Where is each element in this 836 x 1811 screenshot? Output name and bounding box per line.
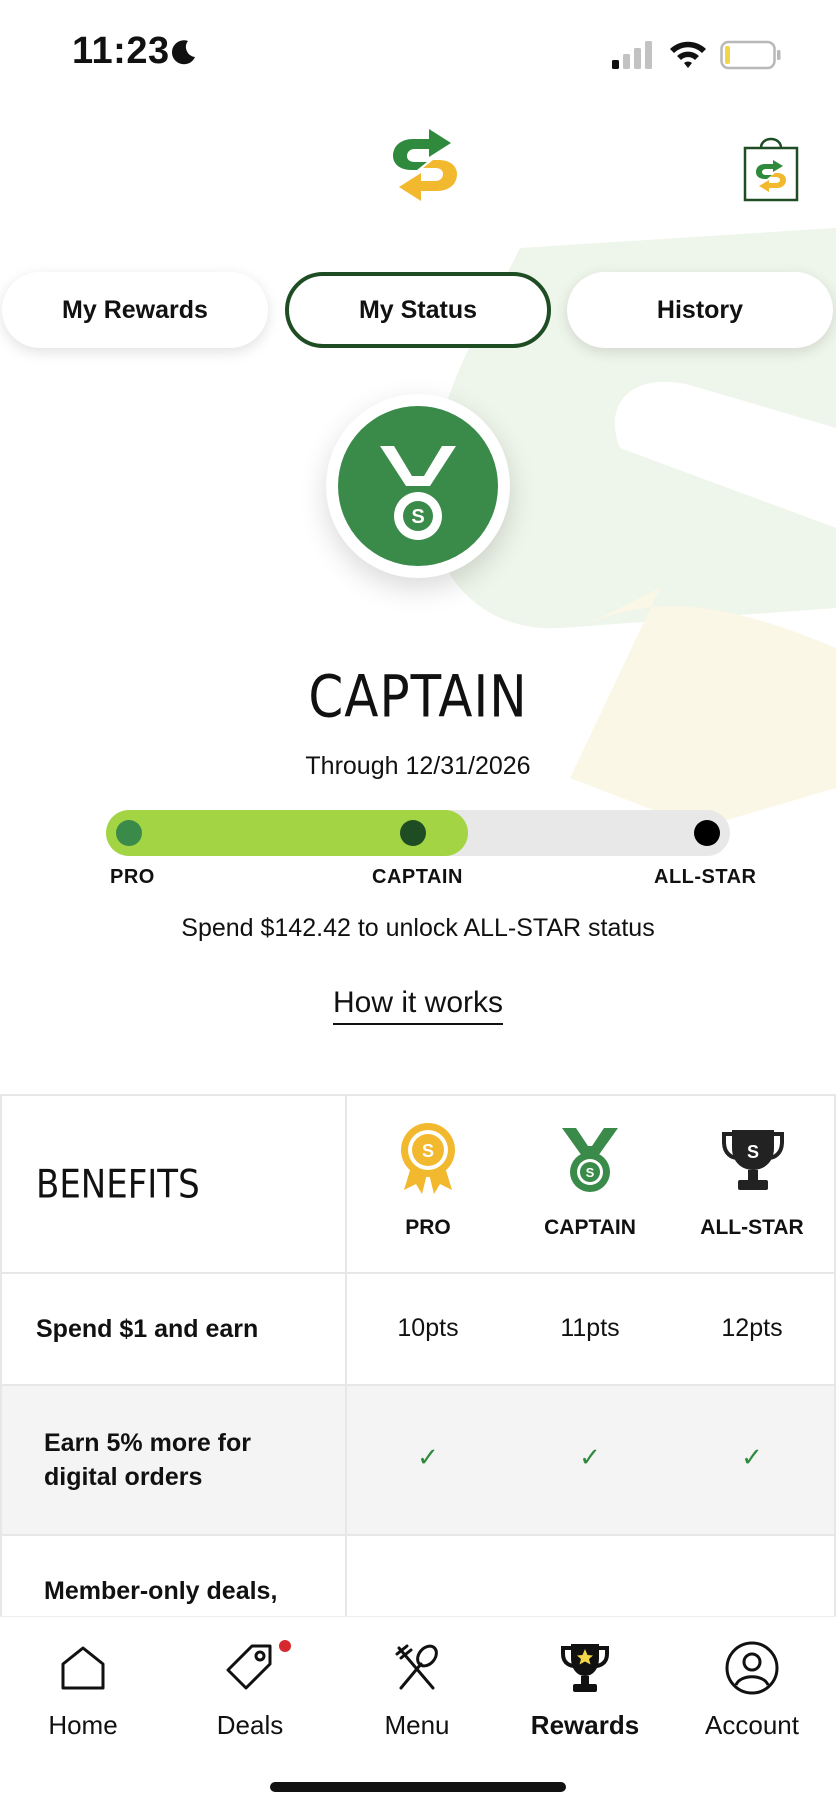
svg-text:S: S [411, 506, 424, 528]
nav-home[interactable]: Home [8, 1640, 158, 1741]
wifi-icon [670, 41, 706, 68]
benefit-row-label-line: Earn 5% more for [44, 1429, 252, 1457]
captain-medal-icon: S [562, 1128, 618, 1192]
benefit-check-pro: ✓ [417, 1442, 439, 1472]
home-indicator[interactable] [270, 1782, 566, 1792]
user-icon [725, 1641, 779, 1695]
status-time: 11:23 [72, 30, 170, 72]
tab-my-status[interactable]: My Status [285, 272, 551, 348]
pro-ribbon-icon: S [401, 1123, 455, 1194]
nav-account-label: Account [705, 1710, 799, 1740]
benefit-row-label: Spend $1 and earn [36, 1315, 259, 1343]
table-divider [0, 1272, 836, 1274]
column-header-all-star: ALL-STAR [700, 1216, 804, 1239]
shopping-bag-icon[interactable] [741, 130, 801, 202]
benefits-title: BENEFITS [36, 1162, 200, 1208]
cellular-signal-icon [612, 41, 652, 69]
all-star-trophy-icon: S [722, 1130, 784, 1190]
svg-text:S: S [422, 1141, 434, 1161]
deals-notification-dot [279, 1640, 291, 1652]
progress-label-pro: PRO [110, 866, 155, 888]
benefit-row-label: Member-only deals, [44, 1574, 277, 1608]
column-header-captain: CAPTAIN [544, 1216, 636, 1239]
benefit-value-all-star: 12pts [721, 1314, 783, 1342]
spend-to-unlock-text: Spend $142.42 to unlock ALL-STAR status [181, 914, 655, 942]
nav-menu-label: Menu [384, 1710, 450, 1740]
nav-home-label: Home [48, 1710, 118, 1740]
tier-through-date: Through 12/31/2026 [305, 752, 531, 780]
how-it-works-label[interactable]: How it works [332, 986, 504, 1025]
benefit-row-label: Earn 5% more for digital orders [44, 1426, 251, 1494]
utensils-icon [395, 1644, 438, 1690]
how-it-works-link[interactable]: How it works [0, 986, 836, 1025]
progress-dot-pro [116, 820, 142, 846]
svg-text:S: S [747, 1142, 759, 1162]
nav-deals[interactable]: Deals [175, 1640, 325, 1741]
tier-medal-badge: S [326, 394, 510, 578]
benefit-row-label-line: Member-only deals, [44, 1577, 278, 1605]
progress-label-all-star: ALL-STAR [654, 866, 757, 888]
table-border-top [0, 1094, 836, 1096]
tag-icon [226, 1644, 272, 1690]
svg-text:S: S [586, 1165, 595, 1180]
battery-icon [720, 40, 781, 70]
nav-deals-label: Deals [216, 1710, 284, 1740]
medal-icon: S [380, 446, 456, 540]
benefit-value-captain: 11pts [560, 1314, 620, 1342]
trophy-icon [561, 1644, 609, 1692]
tab-my-rewards[interactable]: My Rewards [2, 272, 268, 348]
table-column-divider [345, 1094, 347, 1624]
progress-label-captain: CAPTAIN [372, 866, 463, 888]
moon-icon [171, 40, 195, 65]
benefit-check-captain: ✓ [579, 1442, 601, 1472]
progress-dot-all-star [694, 820, 720, 846]
benefit-row-label-line: digital orders [44, 1463, 203, 1491]
home-icon [61, 1646, 105, 1690]
tier-name: CAPTAIN [308, 663, 528, 731]
benefit-check-all-star: ✓ [741, 1442, 763, 1472]
table-border-left [0, 1094, 2, 1624]
progress-dot-captain [400, 820, 426, 846]
nav-rewards[interactable]: Rewards [510, 1640, 660, 1741]
table-divider [0, 1534, 836, 1536]
nav-rewards-label: Rewards [530, 1710, 640, 1740]
benefit-value-pro: 10pts [397, 1314, 459, 1342]
column-header-pro: PRO [405, 1216, 451, 1239]
nav-account[interactable]: Account [677, 1640, 827, 1741]
tab-history[interactable]: History [567, 272, 833, 348]
nav-menu[interactable]: Menu [342, 1640, 492, 1741]
subway-logo[interactable] [385, 125, 465, 205]
